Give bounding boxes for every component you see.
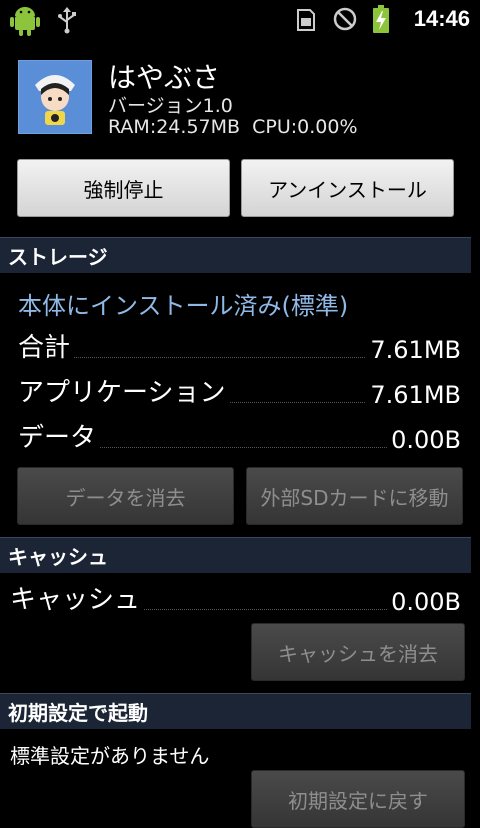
app-icon bbox=[18, 60, 92, 134]
move-to-sd-button[interactable]: 外部SDカードに移動 bbox=[246, 467, 463, 525]
force-stop-button[interactable]: 強制停止 bbox=[17, 159, 230, 217]
defaults-section-header: 初期設定で起動 bbox=[0, 693, 471, 729]
cache-value: 0.00B bbox=[387, 588, 461, 616]
uninstall-button[interactable]: アンインストール bbox=[241, 159, 454, 217]
storage-data-label: データ bbox=[18, 417, 101, 454]
storage-total-value: 7.61MB bbox=[366, 336, 461, 364]
clock: 14:46 bbox=[413, 6, 470, 31]
storage-section-header: ストレージ bbox=[0, 237, 471, 273]
storage-row-total: 合計 7.61MB bbox=[18, 327, 461, 368]
app-header: はやぶさ バージョン1.0 RAM:24.57MB CPU:0.00% bbox=[0, 38, 480, 148]
usb-icon bbox=[58, 7, 76, 34]
clear-defaults-button[interactable]: 初期設定に戻す bbox=[251, 770, 465, 828]
storage-application-label: アプリケーション bbox=[18, 372, 230, 409]
status-bar: 14:46 bbox=[0, 0, 480, 38]
storage-row-data: データ 0.00B bbox=[18, 417, 461, 458]
storage-application-value: 7.61MB bbox=[366, 381, 461, 409]
no-defaults-text: 標準設定がありません bbox=[10, 744, 210, 768]
no-signal-icon bbox=[333, 7, 357, 31]
storage-total-label: 合計 bbox=[18, 327, 75, 364]
battery-charging-icon bbox=[373, 5, 389, 33]
storage-data-value: 0.00B bbox=[387, 426, 461, 454]
install-location: 本体にインストール済み(標準) bbox=[18, 292, 349, 320]
clear-cache-button[interactable]: キャッシュを消去 bbox=[251, 623, 465, 681]
cache-row: キャッシュ 0.00B bbox=[10, 579, 461, 620]
app-stats: RAM:24.57MB CPU:0.00% bbox=[108, 116, 358, 138]
cache-label: キャッシュ bbox=[10, 579, 145, 616]
app-version: バージョン1.0 bbox=[108, 95, 233, 117]
clear-data-button[interactable]: データを消去 bbox=[17, 467, 234, 525]
sim-card-icon bbox=[297, 9, 315, 31]
android-icon bbox=[10, 7, 40, 36]
app-name: はやぶさ bbox=[108, 61, 221, 94]
storage-row-application: アプリケーション 7.61MB bbox=[18, 372, 461, 413]
cache-section-header: キャッシュ bbox=[0, 537, 471, 573]
